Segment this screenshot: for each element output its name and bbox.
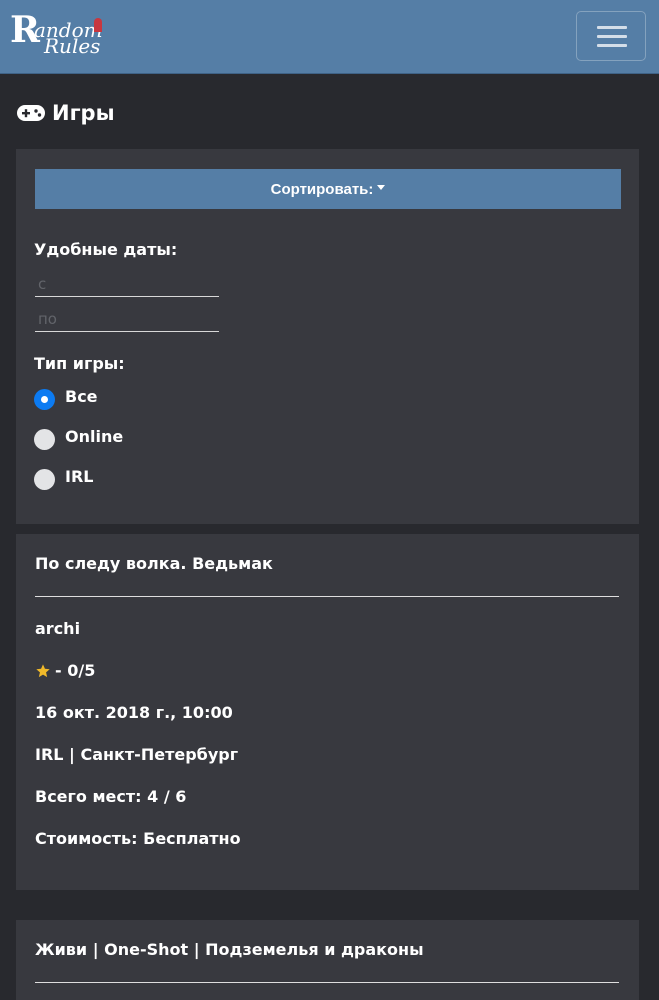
game-master[interactable]: archi [35, 619, 80, 638]
option-label: Все [65, 386, 98, 406]
logo[interactable]: R andom Rules [10, 10, 122, 64]
rating-value: - 0/5 [55, 661, 96, 680]
navbar: R andom Rules [0, 0, 659, 74]
game-type-option-all[interactable]: Все [34, 386, 98, 412]
game-rating: - 0/5 [35, 661, 95, 680]
option-label: IRL [65, 466, 94, 486]
star-icon [36, 663, 50, 677]
logo-pin-icon [94, 18, 102, 32]
divider [35, 596, 619, 597]
game-type-option-online[interactable]: Online [34, 426, 123, 452]
date-from-input[interactable] [35, 271, 219, 297]
radio-unchecked-icon[interactable] [34, 468, 55, 490]
game-seats: Всего мест: 4 / 6 [35, 787, 187, 806]
gamepad-icon [17, 105, 45, 121]
page-heading: Игры [52, 101, 115, 125]
game-date: 16 окт. 2018 г., 10:00 [35, 703, 233, 722]
dates-label: Удобные даты: [34, 240, 178, 259]
game-title[interactable]: Живи | One-Shot | Подземелья и драконы [35, 940, 424, 959]
game-type-label: Тип игры: [34, 354, 125, 373]
page-title: Игры [16, 98, 115, 128]
radio-unchecked-icon[interactable] [34, 428, 55, 450]
game-type-option-irl[interactable]: IRL [34, 466, 93, 492]
date-to-input[interactable] [35, 306, 219, 332]
option-label: Online [65, 426, 124, 446]
game-card[interactable]: Живи | One-Shot | Подземелья и драконы [16, 920, 639, 1000]
hamburger-icon [597, 26, 627, 29]
radio-checked-icon[interactable] [34, 388, 55, 410]
sort-label: Сортировать: [270, 180, 374, 198]
game-card[interactable]: По следу волка. Ведьмак archi - 0/5 16 о… [16, 534, 639, 890]
game-location: IRL | Санкт-Петербург [35, 745, 239, 764]
filter-panel: Сортировать: Удобные даты: Тип игры: Все… [16, 149, 639, 524]
game-title[interactable]: По следу волка. Ведьмак [35, 554, 273, 573]
logo-text-bottom: Rules [44, 34, 101, 58]
game-price: Стоимость: Бесплатно [35, 829, 241, 848]
sort-dropdown-button[interactable]: Сортировать: [35, 169, 621, 209]
chevron-down-icon [377, 184, 386, 190]
menu-toggle-button[interactable] [576, 11, 646, 61]
